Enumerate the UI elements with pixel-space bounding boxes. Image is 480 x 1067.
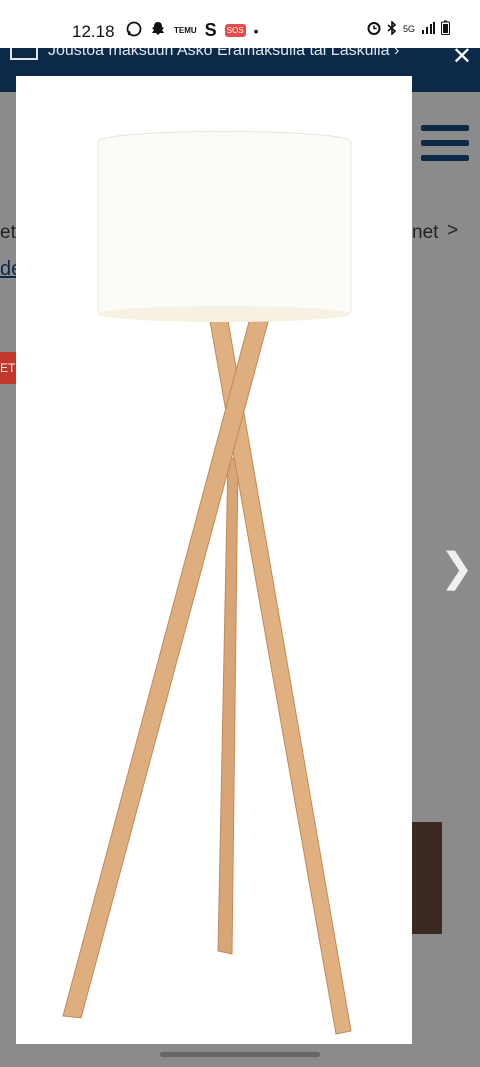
floor-lamp-image (62, 131, 352, 1035)
status-bar: 12.18 TEMU S SOS • 5G (0, 0, 480, 48)
next-image-icon[interactable]: ❯ (440, 545, 474, 591)
image-lightbox[interactable] (16, 76, 412, 1044)
network-label: 5G (402, 24, 415, 34)
status-time: 12.18 (72, 22, 115, 41)
breadcrumb-left[interactable]: et (0, 222, 16, 244)
s-icon: S (204, 20, 217, 40)
snapchat-icon (150, 21, 166, 40)
system-icons: 5G (367, 19, 450, 38)
temu-icon: TEMU (174, 26, 197, 35)
close-icon[interactable]: ✕ (452, 48, 472, 71)
breadcrumb-right[interactable]: net (412, 222, 438, 244)
dot-icon: • (253, 22, 259, 39)
sos-icon: SOS (224, 24, 246, 37)
signal-icon (421, 21, 435, 38)
battery-icon (441, 20, 450, 38)
notification-icons: TEMU S SOS • (126, 20, 259, 41)
whatsapp-icon (126, 21, 142, 40)
menu-icon[interactable] (421, 125, 469, 170)
laptop-icon (10, 48, 38, 60)
breadcrumb-separator: > (447, 220, 459, 241)
bluetooth-icon (387, 19, 397, 38)
thumbnail-image[interactable] (412, 822, 442, 934)
banner-text: Joustoa maksuun Asko Erämaksulla tai Las… (48, 48, 400, 59)
alarm-icon (367, 21, 381, 38)
sale-badge: ETU (0, 352, 16, 384)
home-indicator[interactable] (160, 1052, 320, 1057)
